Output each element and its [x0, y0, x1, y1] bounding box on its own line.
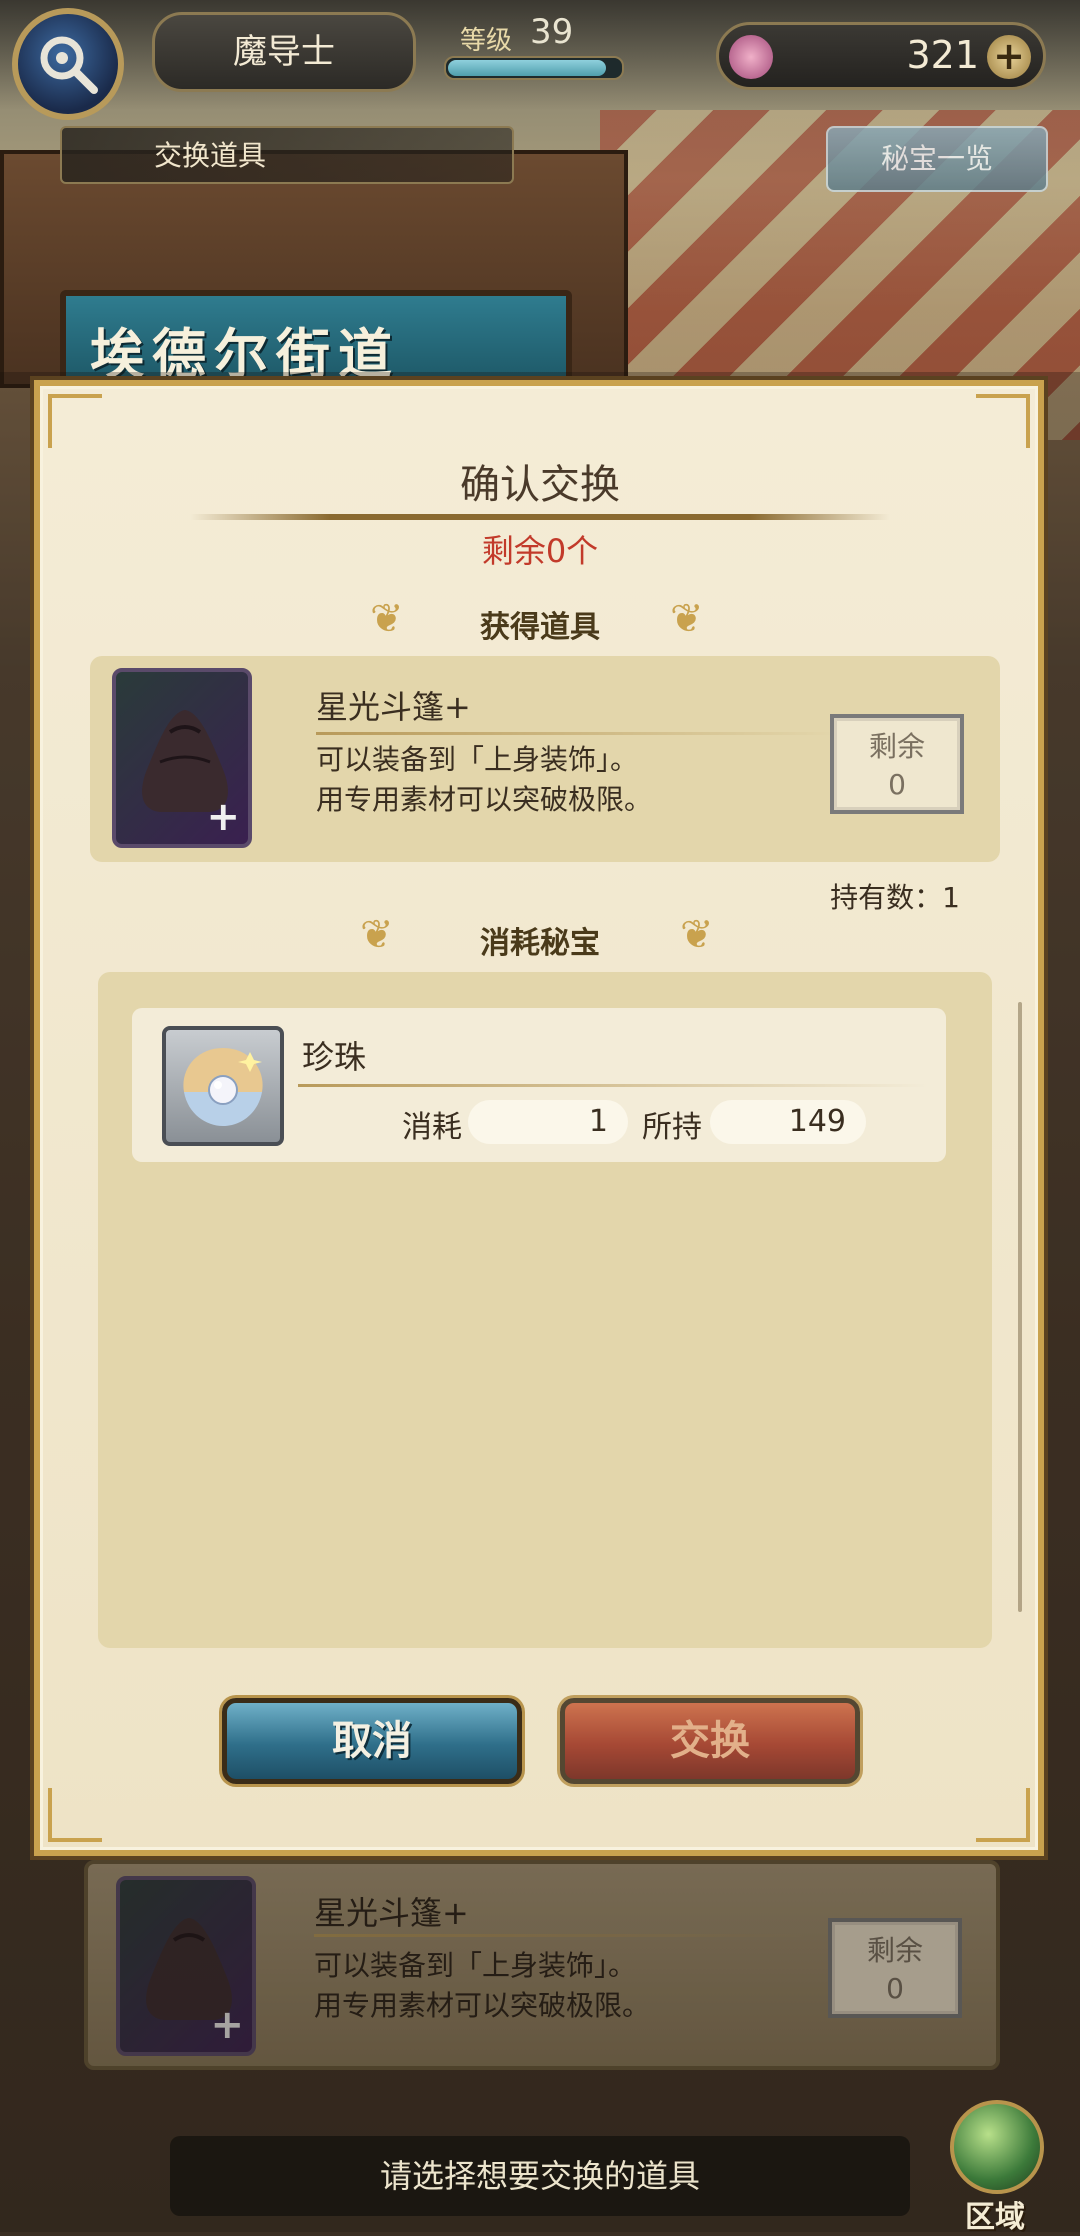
- corner-ornament: [48, 394, 102, 448]
- globe-icon: [950, 2100, 1044, 2194]
- gem-icon: [729, 35, 773, 79]
- remaining-count: 剩余0个: [481, 532, 599, 570]
- held-value: 149: [710, 1100, 866, 1144]
- exchange-button[interactable]: 交换: [560, 1698, 860, 1784]
- search-button[interactable]: [12, 8, 124, 120]
- level-progress-fill: [448, 60, 606, 76]
- flourish-icon: ❦: [680, 912, 714, 958]
- treasure-list-button[interactable]: 秘宝一览: [826, 126, 1048, 192]
- consume-section-header: ❦ 消耗秘宝 ❦: [40, 912, 1040, 964]
- consume-item-name: 珍珠: [302, 1038, 367, 1076]
- obtain-section-header: ❦ 获得道具 ❦: [40, 596, 1040, 648]
- name-divider: [316, 732, 836, 735]
- level-progress-bar: [444, 56, 624, 80]
- add-currency-button[interactable]: +: [987, 35, 1031, 79]
- item-desc-line2: 用专用素材可以突破极限。: [316, 783, 653, 816]
- corner-ornament: [48, 1788, 102, 1842]
- class-name-plate: 魔导士: [152, 12, 416, 92]
- level-label: 等级: [460, 26, 513, 56]
- consume-section-title: 消耗秘宝: [480, 926, 600, 961]
- item-desc-line1: 可以装备到「上身装饰」。: [316, 743, 639, 776]
- confirm-exchange-dialog: 确认交换 剩余0个 ❦ 获得道具 ❦ + 星光斗篷+ 可以装备到「上身装饰」。 …: [34, 380, 1044, 1856]
- region-button[interactable]: 区域: [940, 2100, 1060, 2235]
- dialog-title: 确认交换: [460, 462, 620, 508]
- region-label: 区域: [965, 2200, 1025, 2235]
- tab-exchange-items[interactable]: 交换道具: [60, 126, 514, 184]
- item-icon[interactable]: +: [112, 668, 252, 848]
- obtain-section-title: 获得道具: [480, 610, 600, 645]
- level-value: 39: [530, 12, 574, 52]
- list-scrollbar[interactable]: [1018, 1002, 1022, 1612]
- remain-value: 0: [888, 768, 906, 801]
- currency-display: 321 +: [716, 22, 1046, 90]
- held-label: 所持: [642, 1110, 702, 1145]
- level-block: 等级 39: [430, 12, 640, 92]
- remain-box: 剩余 0: [830, 714, 964, 814]
- title-divider: [190, 514, 890, 520]
- currency-value: 321: [906, 33, 979, 77]
- hint-bar: 请选择想要交换的道具: [170, 2136, 910, 2216]
- upgrade-plus-icon: +: [206, 794, 240, 840]
- consume-list[interactable]: 珍珠 消耗 1 所持 149: [98, 972, 1022, 1648]
- pearl-icon: [183, 1048, 263, 1126]
- flourish-icon: ❦: [670, 596, 704, 642]
- cancel-button[interactable]: 取消: [222, 1698, 522, 1784]
- item-name: 星光斗篷+: [316, 688, 471, 726]
- name-divider: [298, 1084, 928, 1087]
- consume-value: 1: [468, 1100, 628, 1144]
- corner-ornament: [976, 1788, 1030, 1842]
- search-icon: [40, 36, 98, 94]
- corner-ornament: [976, 394, 1030, 448]
- consume-item-row: 珍珠 消耗 1 所持 149: [132, 1008, 946, 1162]
- owned-count: 持有数：1: [830, 881, 960, 914]
- consume-label: 消耗: [402, 1110, 462, 1145]
- pearl-item-icon[interactable]: [162, 1026, 284, 1146]
- obtain-item-panel: + 星光斗篷+ 可以装备到「上身装饰」。 用专用素材可以突破极限。 剩余 0: [90, 656, 1000, 862]
- remain-label: 剩余: [868, 730, 925, 763]
